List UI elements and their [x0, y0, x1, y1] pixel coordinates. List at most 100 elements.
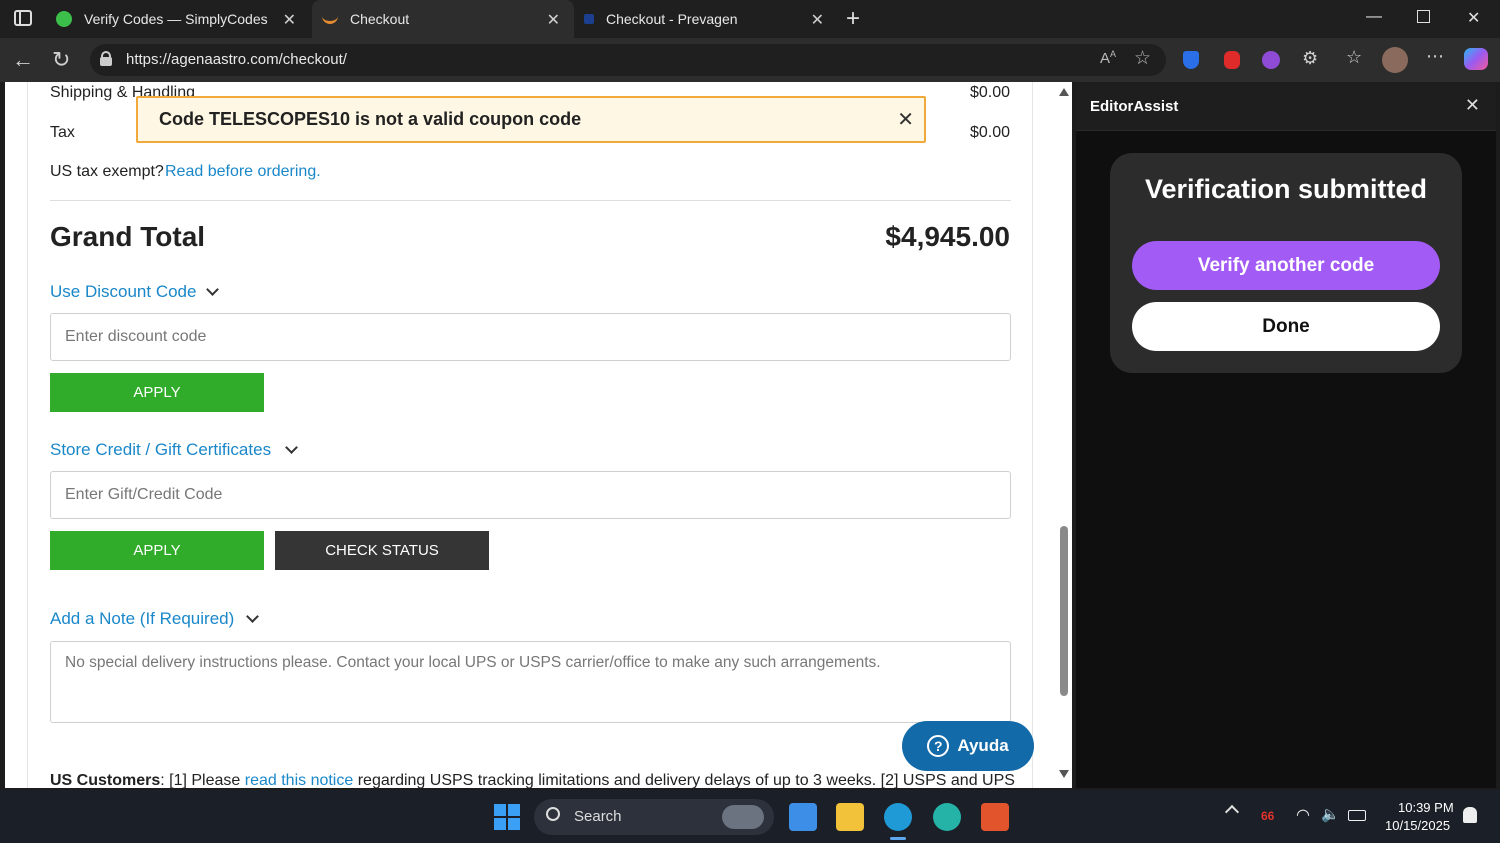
windows-start-icon[interactable] — [494, 804, 520, 830]
gift-placeholder: Enter Gift/Credit Code — [65, 486, 223, 503]
checkout-content: Shipping & Handling $0.00 Tax $0.00 US t… — [27, 82, 1033, 788]
panel-header: EditorAssist ✕ — [1076, 82, 1496, 131]
chevron-down-icon — [206, 283, 220, 296]
scrollbar-thumb[interactable] — [1060, 526, 1068, 696]
alert-message: Code TELESCOPES10 is not a valid coupon … — [159, 109, 582, 129]
microsoft-store-icon[interactable] — [789, 803, 817, 831]
notice-text-2: regarding USPS tracking limitations and … — [353, 772, 1015, 788]
discount-toggle-label: Use Discount Code — [50, 282, 197, 301]
tax-value: $0.00 — [969, 124, 1010, 141]
note-placeholder: No special delivery instructions please.… — [65, 654, 881, 671]
edge-profile-icon[interactable] — [933, 803, 961, 831]
new-tab-icon[interactable]: + — [846, 5, 860, 33]
copilot-icon[interactable] — [1464, 48, 1488, 70]
windows-taskbar: Search 66 ◠ 🔈 10:39 PM 10/15/2025 — [0, 790, 1500, 843]
address-bar[interactable]: https://agenaastro.com/checkout/ AA ☆ — [90, 44, 1166, 76]
editorassist-panel: EditorAssist ✕ Verification submitted Ve… — [1076, 82, 1496, 788]
office-app-icon[interactable] — [981, 803, 1009, 831]
apply-gift-button[interactable]: APPLY — [50, 531, 264, 570]
add-note-toggle-label: Add a Note (If Required) — [50, 609, 235, 628]
taskbar-search-box[interactable]: Search — [534, 799, 774, 835]
us-customers-notice: US Customers: [1] Please read this notic… — [50, 772, 1050, 788]
add-note-toggle[interactable]: Add a Note (If Required) — [50, 609, 260, 629]
file-explorer-icon[interactable] — [836, 803, 864, 831]
tab-prevagen[interactable]: Checkout - Prevagen ✕ — [574, 0, 838, 38]
note-textarea[interactable]: No special delivery instructions please.… — [50, 641, 1011, 723]
restore-icon[interactable] — [1417, 10, 1430, 23]
apply-discount-button[interactable]: APPLY — [50, 373, 264, 412]
check-status-button[interactable]: CHECK STATUS — [275, 531, 489, 570]
lock-icon[interactable] — [100, 51, 112, 66]
notice-text-1: : [1] Please — [160, 772, 245, 788]
discount-placeholder: Enter discount code — [65, 328, 207, 345]
address-toolbar: ← ↻ https://agenaastro.com/checkout/ AA … — [0, 38, 1500, 82]
refresh-icon[interactable]: ↻ — [52, 47, 70, 73]
close-tab-icon[interactable]: ✕ — [811, 10, 824, 30]
browser-tab-bar: Verify Codes — SimplyCodes ✕ Checkout ✕ … — [0, 0, 1500, 38]
extensions-puzzle-icon[interactable]: ⚙ — [1302, 48, 1318, 69]
tax-exempt-link[interactable]: Read before ordering. — [165, 163, 321, 181]
simplycodes-icon — [56, 11, 72, 27]
verification-card: Verification submitted Verify another co… — [1110, 153, 1462, 373]
chevron-down-icon — [246, 610, 260, 623]
back-icon[interactable]: ← — [12, 47, 34, 73]
store-credit-toggle-label: Store Credit / Gift Certificates — [50, 440, 272, 459]
minimize-icon[interactable]: — — [1366, 8, 1382, 26]
prevagen-icon — [584, 14, 594, 24]
help-chat-button[interactable]: ? Ayuda — [902, 721, 1034, 771]
tab-title: Verify Codes — SimplyCodes — [84, 11, 268, 27]
scroll-down-icon[interactable] — [1059, 770, 1069, 778]
wifi-icon[interactable]: ◠ — [1296, 805, 1310, 825]
close-tab-icon[interactable]: ✕ — [283, 10, 296, 30]
favorite-star-icon[interactable]: ☆ — [1134, 47, 1151, 70]
shield-extension-icon[interactable] — [1183, 51, 1199, 69]
grand-total-value: $4,945.00 — [885, 221, 1010, 252]
search-label: Search — [574, 808, 622, 825]
red-extension-icon[interactable] — [1224, 51, 1240, 69]
volume-icon[interactable]: 🔈 — [1321, 805, 1340, 823]
edge-icon[interactable] — [884, 803, 912, 831]
tab-title: Checkout — [350, 11, 410, 27]
done-button[interactable]: Done — [1132, 302, 1440, 351]
tax-label: Tax — [50, 124, 75, 141]
store-credit-toggle[interactable]: Store Credit / Gift Certificates — [50, 440, 298, 460]
shipping-value: $0.00 — [969, 84, 1010, 101]
notice-prefix: US Customers — [50, 772, 161, 788]
purple-extension-icon[interactable] — [1262, 51, 1280, 69]
tax-exempt-text: US tax exempt? — [50, 163, 164, 180]
close-panel-icon[interactable]: ✕ — [1465, 95, 1480, 116]
sidebar-toggle-icon[interactable] — [14, 10, 32, 26]
favorites-icon[interactable]: ☆ — [1346, 47, 1362, 68]
discount-code-input[interactable]: Enter discount code — [50, 313, 1011, 361]
more-options-icon[interactable]: ⋯ — [1426, 46, 1444, 67]
clock-time[interactable]: 10:39 PM — [1398, 800, 1454, 815]
read-aloud-icon[interactable]: AA — [1100, 49, 1116, 67]
web-page: Shipping & Handling $0.00 Tax $0.00 US t… — [5, 82, 1056, 788]
divider — [50, 200, 1011, 201]
search-icon — [546, 807, 560, 821]
scroll-up-icon[interactable] — [1059, 88, 1069, 96]
clock-date[interactable]: 10/15/2025 — [1385, 818, 1450, 833]
notice-link[interactable]: read this notice — [245, 772, 354, 788]
tab-checkout[interactable]: Checkout ✕ — [312, 0, 574, 38]
close-alert-icon[interactable]: ✕ — [897, 107, 914, 132]
panel-title: EditorAssist — [1090, 98, 1179, 115]
battery-icon[interactable] — [1348, 810, 1366, 821]
agena-icon — [322, 14, 338, 24]
help-chat-label: Ayuda — [957, 736, 1009, 755]
profile-avatar[interactable] — [1382, 47, 1408, 73]
tab-simplycodes[interactable]: Verify Codes — SimplyCodes ✕ — [46, 0, 310, 38]
gift-code-input[interactable]: Enter Gift/Credit Code — [50, 471, 1011, 519]
verification-heading: Verification submitted — [1144, 174, 1428, 204]
window-close-icon[interactable]: ✕ — [1467, 8, 1480, 28]
search-highlight-icon — [722, 805, 764, 829]
notification-bell-icon[interactable] — [1463, 807, 1477, 823]
discount-code-toggle[interactable]: Use Discount Code — [50, 282, 220, 302]
grand-total-label: Grand Total — [50, 221, 206, 252]
coupon-error-alert: Code TELESCOPES10 is not a valid coupon … — [136, 96, 926, 143]
tray-chevron-icon[interactable] — [1224, 804, 1240, 820]
verify-another-code-button[interactable]: Verify another code — [1132, 241, 1440, 290]
help-icon: ? — [927, 735, 950, 757]
chevron-down-icon — [285, 441, 298, 454]
close-tab-icon[interactable]: ✕ — [547, 10, 560, 30]
